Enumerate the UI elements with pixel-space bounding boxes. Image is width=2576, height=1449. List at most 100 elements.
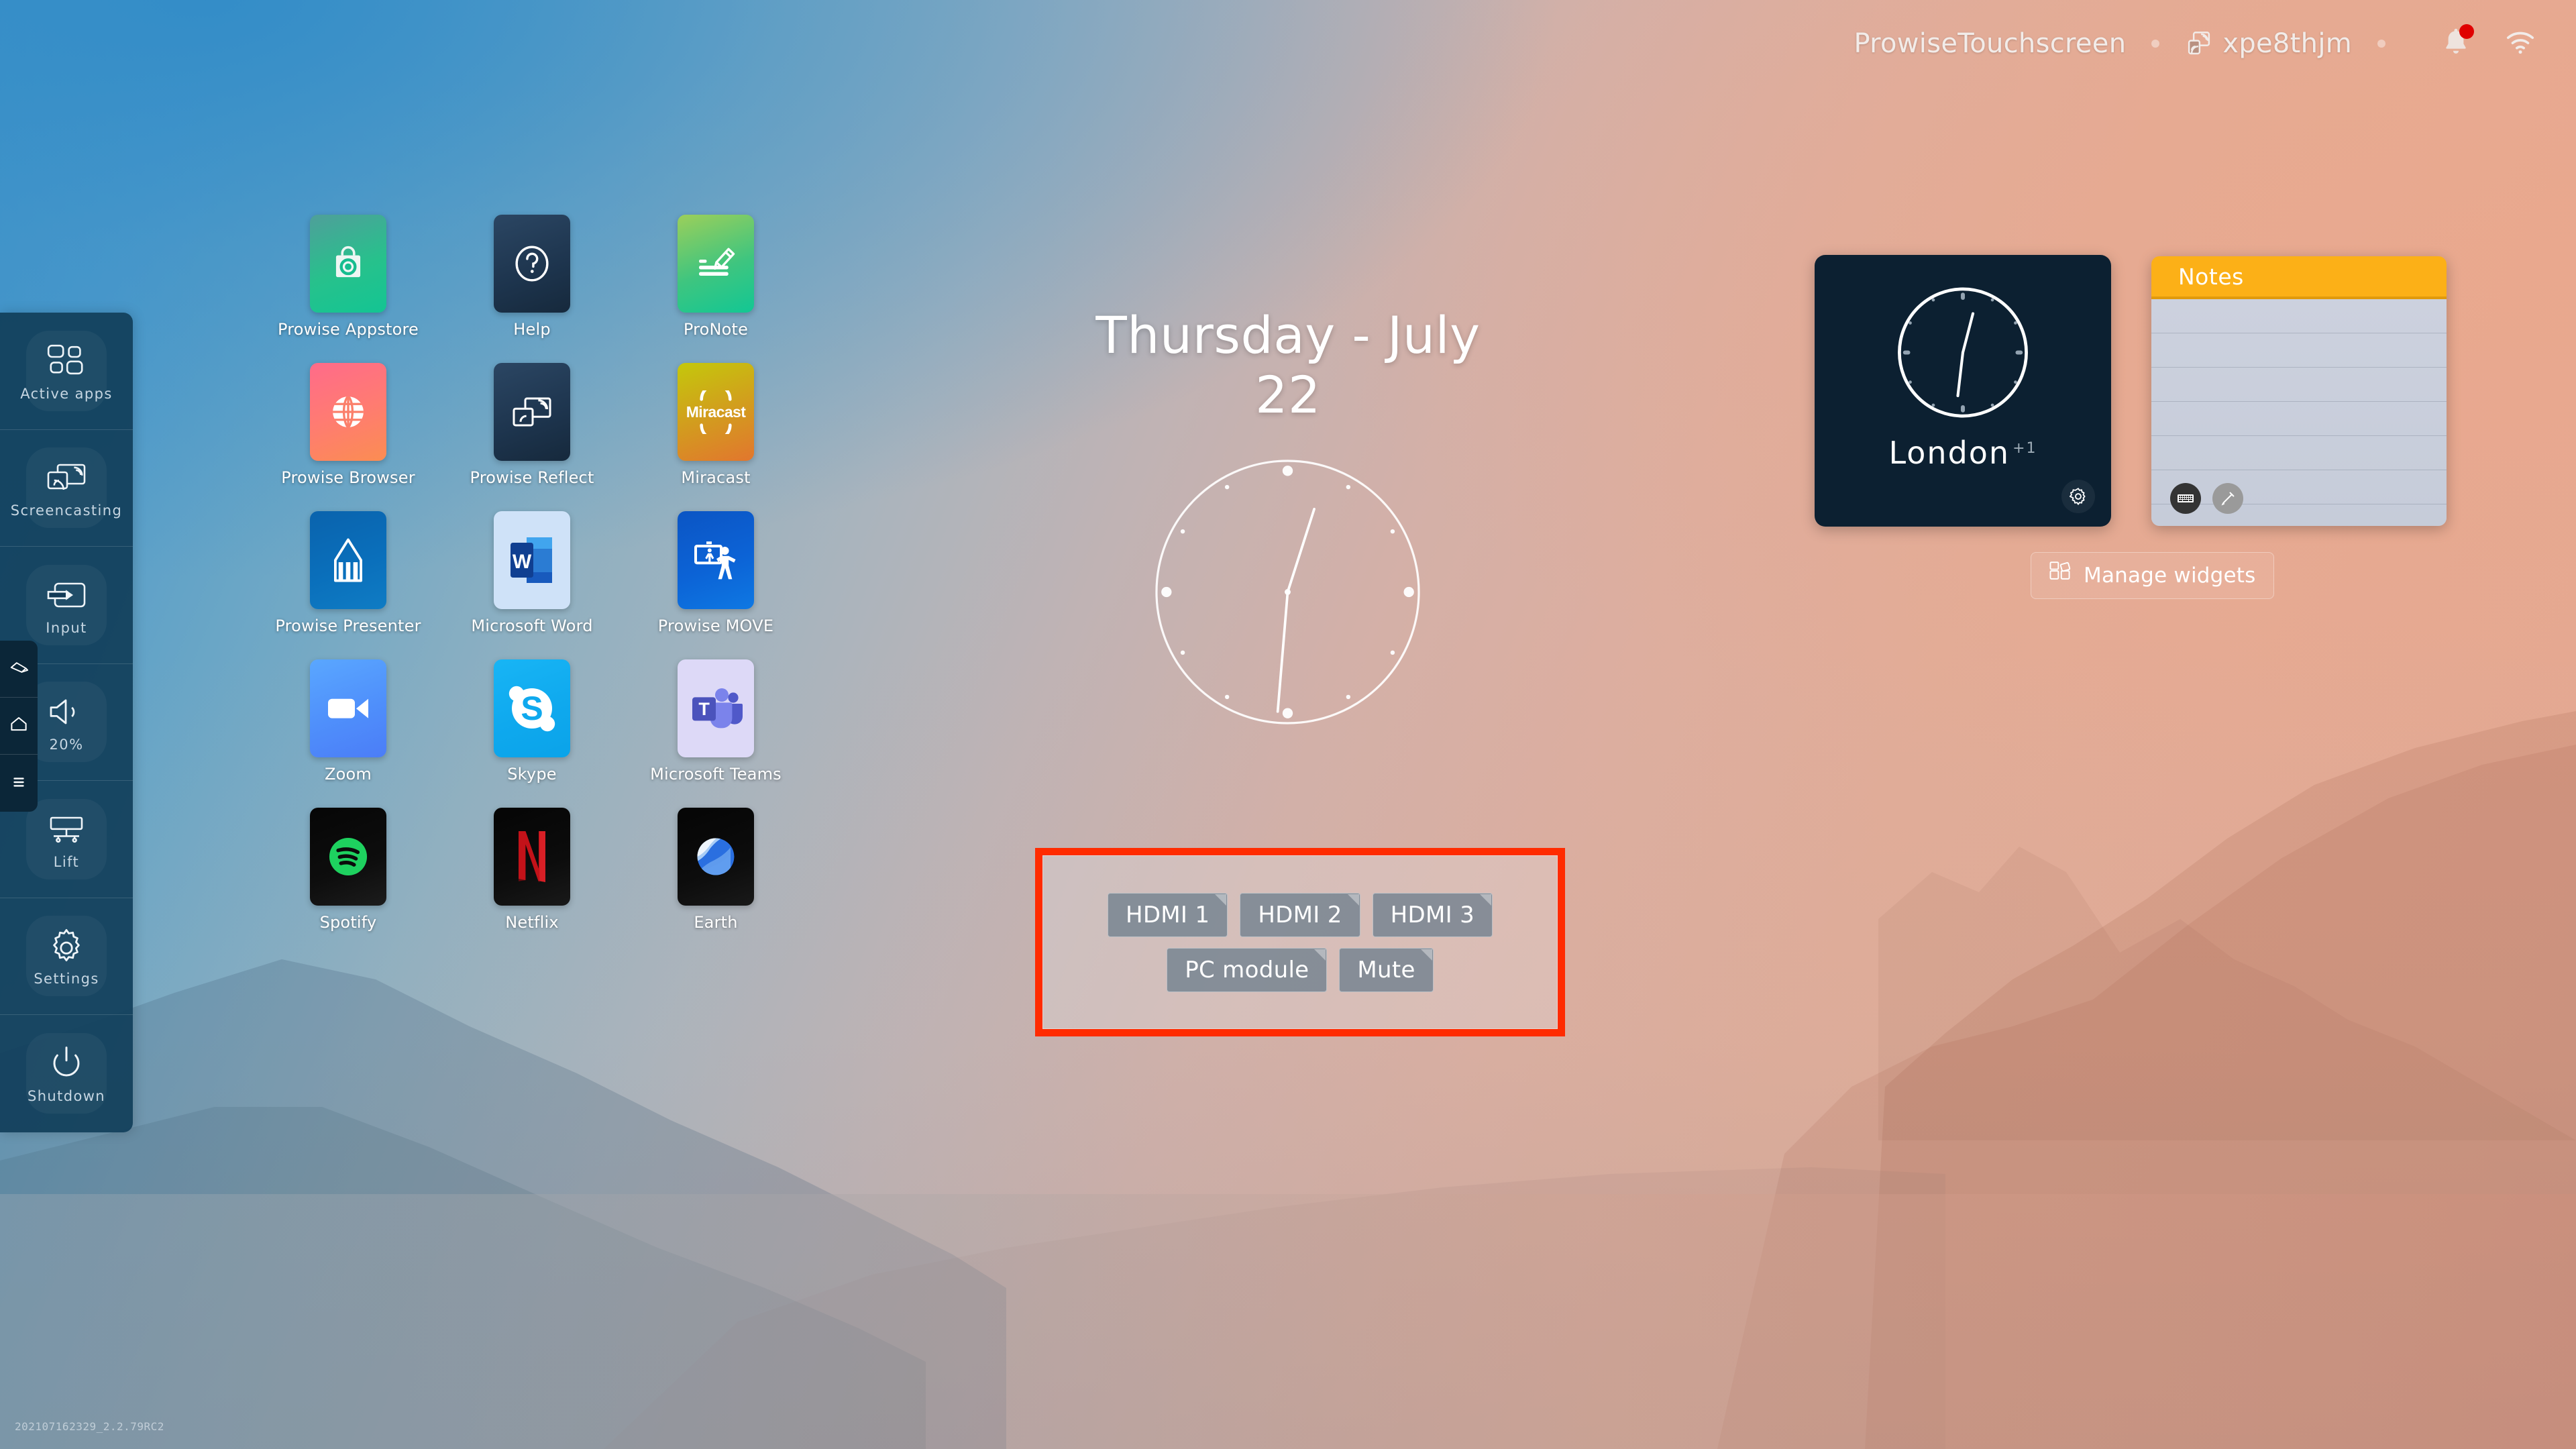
app-label: Microsoft Teams bbox=[650, 765, 782, 784]
edge-tab-menu[interactable] bbox=[0, 755, 38, 812]
wifi-button[interactable] bbox=[2505, 29, 2536, 58]
sidebar-item-settings[interactable]: Settings bbox=[0, 898, 133, 1015]
widget-city-label: London +1 bbox=[1815, 435, 2111, 471]
input-button-mute[interactable]: Mute bbox=[1339, 947, 1434, 992]
app-tile bbox=[678, 808, 754, 906]
app-earth[interactable]: Earth bbox=[624, 808, 808, 956]
sidebar-label-input: Input bbox=[46, 619, 87, 636]
miracast-wordmark: Miracast bbox=[686, 402, 746, 421]
gear-icon bbox=[2069, 488, 2086, 505]
app-zoom[interactable]: Zoom bbox=[256, 659, 440, 808]
sidebar-label-shutdown: Shutdown bbox=[27, 1088, 106, 1105]
edge-tab-home[interactable] bbox=[0, 698, 38, 755]
notes-header: Notes bbox=[2151, 256, 2447, 299]
app-prowise-presenter[interactable]: Prowise Presenter bbox=[256, 511, 440, 659]
screencast-icon bbox=[46, 457, 87, 498]
app-label: Netflix bbox=[505, 913, 559, 932]
app-tile bbox=[310, 215, 386, 313]
input-button-pc-module[interactable]: PC module bbox=[1167, 947, 1328, 992]
app-label: Help bbox=[513, 320, 551, 339]
sidebar-item-shutdown[interactable]: Shutdown bbox=[0, 1015, 133, 1132]
session-code[interactable]: xpe8thjm bbox=[2185, 28, 2352, 59]
app-tile bbox=[494, 215, 570, 313]
widget-notes[interactable]: Notes bbox=[2151, 256, 2447, 526]
edge-tab-annotate[interactable] bbox=[0, 641, 38, 698]
teams-icon: T bbox=[692, 688, 743, 729]
app-pronote[interactable]: ProNote bbox=[624, 215, 808, 363]
sidebar-item-screencasting[interactable]: Screencasting bbox=[0, 430, 133, 547]
sidebar-label-volume: 20% bbox=[49, 737, 84, 753]
edge-tab-strip bbox=[0, 641, 38, 812]
app-label: Prowise Appstore bbox=[277, 320, 419, 339]
power-icon bbox=[48, 1042, 85, 1084]
sidebar-label-screencasting: Screencasting bbox=[10, 502, 123, 519]
separator-dot-2 bbox=[2377, 40, 2385, 48]
notes-keyboard-button[interactable] bbox=[2170, 483, 2201, 514]
shopping-bag-icon bbox=[335, 246, 361, 278]
app-tile bbox=[678, 511, 754, 609]
app-tile: S bbox=[494, 659, 570, 757]
globe-icon bbox=[333, 396, 364, 427]
sidebar-label-settings: Settings bbox=[34, 971, 99, 987]
sidebar-label-lift: Lift bbox=[53, 853, 80, 870]
pen-icon bbox=[9, 657, 29, 680]
notes-body[interactable] bbox=[2151, 299, 2447, 526]
app-skype[interactable]: S Skype bbox=[440, 659, 624, 808]
app-tile bbox=[494, 363, 570, 461]
manage-widgets-button[interactable]: Manage widgets bbox=[2031, 552, 2274, 599]
sidebar-item-active-apps[interactable]: Active apps bbox=[0, 313, 133, 430]
app-label: Skype bbox=[507, 765, 557, 784]
app-tile bbox=[310, 808, 386, 906]
app-help[interactable]: Help bbox=[440, 215, 624, 363]
page-title: Thursday - July 22 bbox=[1095, 305, 1481, 425]
gear-icon bbox=[47, 925, 86, 967]
app-label: Microsoft Word bbox=[471, 616, 593, 635]
top-status-bar: ProwiseTouchscreen xpe8thjm bbox=[0, 0, 2576, 87]
input-row-hdmi: HDMI 1 HDMI 2 HDMI 3 bbox=[1107, 892, 1493, 937]
input-button-hdmi-3[interactable]: HDMI 3 bbox=[1372, 892, 1493, 937]
whiteboard-person-icon bbox=[694, 541, 736, 580]
app-microsoft-teams[interactable]: T Microsoft Teams bbox=[624, 659, 808, 808]
screencast-icon bbox=[2185, 30, 2213, 58]
app-tile bbox=[310, 511, 386, 609]
app-microsoft-word[interactable]: W Microsoft Word bbox=[440, 511, 624, 659]
input-source-panel: HDMI 1 HDMI 2 HDMI 3 PC module Mute bbox=[1042, 855, 1558, 1029]
video-camera-icon bbox=[328, 698, 368, 718]
input-button-hdmi-1[interactable]: HDMI 1 bbox=[1107, 892, 1228, 937]
app-spotify[interactable]: Spotify bbox=[256, 808, 440, 956]
notes-line bbox=[2151, 299, 2447, 333]
app-netflix[interactable]: Netflix bbox=[440, 808, 624, 956]
input-button-hdmi-2[interactable]: HDMI 2 bbox=[1240, 892, 1360, 937]
app-tile: Miracast bbox=[678, 363, 754, 461]
app-tile bbox=[678, 215, 754, 313]
sidebar-label-active-apps: Active apps bbox=[20, 385, 113, 402]
app-prowise-move[interactable]: Prowise MOVE bbox=[624, 511, 808, 659]
device-name-label: ProwiseTouchscreen bbox=[1854, 28, 2127, 59]
session-code-label: xpe8thjm bbox=[2222, 28, 2352, 59]
pencil-icon bbox=[334, 538, 362, 582]
analog-clock-face bbox=[1891, 280, 2035, 425]
input-source-panel-highlight: HDMI 1 HDMI 2 HDMI 3 PC module Mute bbox=[1035, 848, 1565, 1036]
notifications-button[interactable] bbox=[2442, 24, 2474, 60]
volume-icon bbox=[47, 691, 86, 733]
app-prowise-reflect[interactable]: Prowise Reflect bbox=[440, 363, 624, 511]
app-label: Prowise Browser bbox=[281, 468, 415, 487]
app-prowise-browser[interactable]: Prowise Browser bbox=[256, 363, 440, 511]
device-name[interactable]: ProwiseTouchscreen bbox=[1854, 28, 2126, 59]
widget-world-clock[interactable]: London +1 bbox=[1815, 255, 2111, 527]
netflix-icon bbox=[519, 831, 545, 882]
app-label: Prowise Reflect bbox=[470, 468, 594, 487]
notes-pen-button[interactable] bbox=[2212, 483, 2243, 514]
widget-settings-button[interactable] bbox=[2061, 480, 2095, 513]
app-miracast[interactable]: Miracast Miracast bbox=[624, 363, 808, 511]
lift-icon bbox=[46, 808, 87, 850]
hamburger-menu-icon bbox=[9, 773, 28, 794]
home-icon bbox=[9, 714, 29, 737]
app-prowise-appstore[interactable]: Prowise Appstore bbox=[256, 215, 440, 363]
pencil-note-icon bbox=[699, 248, 735, 276]
build-version-label: 202107162329_2.2.79RC2 bbox=[15, 1420, 164, 1433]
keyboard-icon bbox=[2178, 494, 2194, 502]
wifi-icon bbox=[2505, 29, 2536, 58]
notes-title: Notes bbox=[2178, 263, 2244, 290]
screen-mirror-icon bbox=[513, 397, 551, 427]
